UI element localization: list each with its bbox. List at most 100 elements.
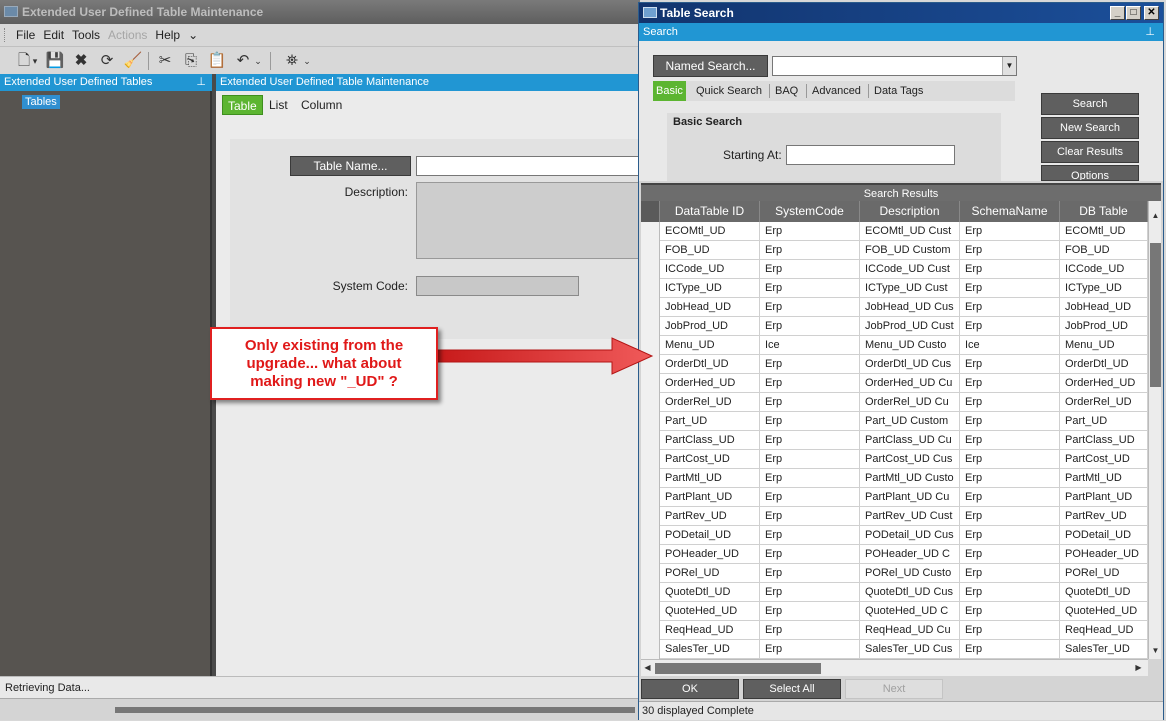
row-selector[interactable] [641, 450, 660, 469]
row-selector[interactable] [641, 298, 660, 317]
row-selector[interactable] [641, 412, 660, 431]
table-row[interactable]: Menu_UD Ice Menu_UD Custo Ice Menu_UD [641, 336, 1148, 355]
table-row[interactable]: PartClass_UD Erp PartClass_UD Cu Erp PartCla… [641, 431, 1148, 450]
table-row[interactable]: OrderDtl_UD Erp OrderDtl_UD Cus Erp OrderDtl… [641, 355, 1148, 374]
named-search-combo[interactable]: ▼ [772, 56, 1017, 76]
row-selector[interactable] [641, 355, 660, 374]
table-row[interactable]: ICCode_UD Erp ICCode_UD Cust Erp ICCode_UD [641, 260, 1148, 279]
row-selector[interactable] [641, 526, 660, 545]
table-row[interactable]: PartPlant_UD Erp PartPlant_UD Cu Erp PartPla… [641, 488, 1148, 507]
column-header-db-table[interactable]: DB Table [1060, 201, 1148, 222]
row-selector[interactable] [641, 621, 660, 640]
tab-quick-search[interactable]: Quick Search [693, 81, 765, 101]
maximize-icon[interactable]: □ [1126, 6, 1141, 20]
tab-data-tags[interactable]: Data Tags [871, 81, 926, 101]
table-row[interactable]: ReqHead_UD Erp ReqHead_UD Cu Erp ReqHead_UD [641, 621, 1148, 640]
tree-node-tables[interactable]: Tables [22, 95, 60, 109]
table-row[interactable]: QuoteHed_UD Erp QuoteHed_UD C Erp QuoteHed_U… [641, 602, 1148, 621]
row-selector[interactable] [641, 545, 660, 564]
table-row[interactable]: ICType_UD Erp ICType_UD Cust Erp ICType_UD [641, 279, 1148, 298]
options-button[interactable]: Options [1041, 165, 1139, 181]
row-selector[interactable] [641, 602, 660, 621]
scroll-up-icon[interactable]: ▲ [1149, 209, 1161, 223]
new-search-button[interactable]: New Search [1041, 117, 1139, 139]
table-name-button[interactable]: Table Name... [290, 156, 411, 176]
tab-baq[interactable]: BAQ [772, 81, 801, 101]
starting-at-input[interactable] [786, 145, 955, 165]
ok-button[interactable]: OK [641, 679, 739, 699]
menu-tools[interactable]: Tools [68, 24, 104, 46]
table-row[interactable]: JobProd_UD Erp JobProd_UD Cust Erp JobProd_U… [641, 317, 1148, 336]
column-header-datatable-id[interactable]: DataTable ID [660, 201, 760, 222]
row-selector[interactable] [641, 279, 660, 298]
row-selector[interactable] [641, 260, 660, 279]
row-selector[interactable] [641, 640, 660, 659]
table-row[interactable]: OrderHed_UD Erp OrderHed_UD Cu Erp OrderHed_… [641, 374, 1148, 393]
column-header-systemcode[interactable]: SystemCode [760, 201, 860, 222]
minimize-icon[interactable]: _ [1110, 6, 1125, 20]
copy-icon[interactable]: ⎘ [181, 51, 201, 71]
close-icon[interactable]: ✕ [1144, 6, 1159, 20]
table-row[interactable]: PODetail_UD Erp PODetail_UD Cus Erp PODetail… [641, 526, 1148, 545]
tab-column[interactable]: Column [296, 95, 347, 115]
row-selector[interactable] [641, 393, 660, 412]
row-selector[interactable] [641, 469, 660, 488]
table-row[interactable]: PartRev_UD Erp PartRev_UD Cust Erp PartRev_U… [641, 507, 1148, 526]
row-selector[interactable] [641, 374, 660, 393]
table-row[interactable]: POHeader_UD Erp POHeader_UD C Erp POHeader_U… [641, 545, 1148, 564]
row-selector[interactable] [641, 564, 660, 583]
tab-list[interactable]: List [264, 95, 293, 115]
column-header-schemaname[interactable]: SchemaName [960, 201, 1060, 222]
row-selector[interactable] [641, 431, 660, 450]
tab-basic[interactable]: Basic [653, 81, 686, 101]
select-all-button[interactable]: Select All [743, 679, 841, 699]
system-code-input[interactable] [416, 276, 579, 296]
cut-icon[interactable]: ✂ [155, 51, 175, 71]
row-selector[interactable] [641, 222, 660, 241]
paste-icon[interactable]: 📋 [207, 51, 227, 71]
row-selector[interactable] [641, 488, 660, 507]
bottom-scrollbar[interactable] [115, 707, 635, 713]
grid-horizontal-scrollbar[interactable]: ◀ ▶ [641, 659, 1148, 676]
vertical-scroll-thumb[interactable] [1150, 243, 1161, 387]
table-row[interactable]: FOB_UD Erp FOB_UD Custom Erp FOB_UD [641, 241, 1148, 260]
row-selector[interactable] [641, 317, 660, 336]
search-dropdown-icon[interactable]: ⌄ [302, 51, 312, 71]
table-row[interactable]: Part_UD Erp Part_UD Custom Erp Part_UD [641, 412, 1148, 431]
menu-file[interactable]: File [12, 24, 39, 46]
table-row[interactable]: PartMtl_UD Erp PartMtl_UD Custo Erp PartMtl_… [641, 469, 1148, 488]
menu-actions[interactable]: Actions [104, 24, 151, 46]
chevron-down-icon[interactable]: ▼ [1002, 57, 1016, 75]
table-row[interactable]: QuoteDtl_UD Erp QuoteDtl_UD Cus Erp QuoteDtl… [641, 583, 1148, 602]
scroll-left-icon[interactable]: ◀ [641, 660, 654, 676]
menu-help[interactable]: Help [151, 24, 184, 46]
scroll-right-icon[interactable]: ▶ [1132, 660, 1145, 676]
horizontal-scroll-thumb[interactable] [655, 663, 821, 674]
table-row[interactable]: PORel_UD Erp PORel_UD Custo Erp PORel_UD [641, 564, 1148, 583]
row-selector[interactable] [641, 507, 660, 526]
clear-brush-icon[interactable]: 🧹 [123, 51, 143, 71]
tab-advanced[interactable]: Advanced [809, 81, 864, 101]
grid-vertical-scrollbar[interactable]: ▲ ▼ [1148, 201, 1161, 659]
save-icon[interactable]: 💾 [45, 51, 65, 71]
table-name-input[interactable] [416, 156, 640, 176]
column-header-description[interactable]: Description [860, 201, 960, 222]
table-row[interactable]: PartCost_UD Erp PartCost_UD Cus Erp PartCost… [641, 450, 1148, 469]
undo-icon[interactable]: ↶ [233, 51, 253, 71]
clear-results-button[interactable]: Clear Results [1041, 141, 1139, 163]
named-search-button[interactable]: Named Search... [653, 55, 768, 77]
new-dropdown-icon[interactable]: ▾ [31, 51, 39, 71]
search-button[interactable]: Search [1041, 93, 1139, 115]
undo-dropdown-icon[interactable]: ⌄ [253, 51, 263, 71]
delete-icon[interactable]: ✖ [71, 51, 91, 71]
row-selector[interactable] [641, 241, 660, 260]
row-selector[interactable] [641, 583, 660, 602]
table-row[interactable]: SalesTer_UD Erp SalesTer_UD Cus Erp SalesTer… [641, 640, 1148, 659]
menu-overflow-icon[interactable]: ⌄ [184, 24, 202, 46]
menu-edit[interactable]: Edit [39, 24, 68, 46]
pin-icon[interactable]: ⊥ [196, 74, 206, 91]
tab-table[interactable]: Table [222, 95, 263, 115]
scroll-down-icon[interactable]: ▼ [1149, 644, 1161, 658]
description-input[interactable] [416, 182, 640, 259]
next-button[interactable]: Next [845, 679, 943, 699]
